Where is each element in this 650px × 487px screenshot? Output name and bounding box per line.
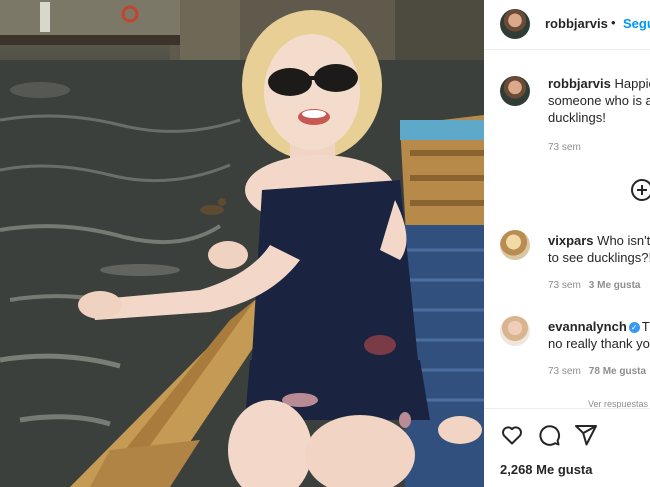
commenter-avatar[interactable] (500, 316, 530, 346)
comment-line-1: Who isn't (597, 233, 650, 248)
comment-icon[interactable] (537, 423, 561, 447)
follow-button[interactable]: Seguir (623, 16, 650, 31)
heart-icon[interactable] (500, 423, 524, 447)
caption-line-2: someone who is as (548, 93, 650, 108)
header-separator: • (611, 15, 616, 30)
commenter-avatar[interactable] (500, 230, 530, 260)
comment-username[interactable]: vixpars (548, 233, 594, 248)
comment-line-2: to see ducklings?! (548, 250, 650, 265)
comment-username[interactable]: evannalynch (548, 319, 627, 334)
comment-line-2: no really thank you (548, 336, 650, 351)
caption-username[interactable]: robbjarvis (548, 76, 611, 91)
comment-age[interactable]: 73 sem (548, 280, 581, 291)
post-actions: 2,268 Me gusta (484, 408, 650, 487)
comment-likes[interactable]: 78 Me gusta (589, 366, 646, 377)
caption-text: robbjarvis Happiest birthday to someone … (548, 75, 650, 126)
comment-likes[interactable]: 3 Me gusta (589, 280, 641, 291)
author-avatar[interactable] (500, 9, 530, 39)
caption-line-3: ducklings! (548, 110, 606, 125)
caption-avatar[interactable] (500, 76, 530, 106)
post-side-panel: robbjarvis • Seguir robbjarvis Happiest … (484, 0, 650, 487)
photo-illustration (0, 0, 484, 487)
comment-meta: 73 sem 3 Me gusta (548, 280, 640, 291)
caption-line-1: Happiest birthday to (614, 76, 650, 91)
post-header: robbjarvis • Seguir (484, 0, 650, 50)
likes-count[interactable]: 2,268 Me gusta (500, 462, 593, 477)
share-icon[interactable] (574, 423, 598, 447)
comment-line-1: Thank you (641, 319, 650, 334)
add-comment-icon[interactable] (631, 179, 650, 201)
caption-age[interactable]: 73 sem (548, 142, 581, 153)
comment-text: evannalynch✓Thank you no really thank yo… (548, 318, 650, 352)
comment-text: vixpars Who isn't to see ducklings?! (548, 232, 650, 266)
author-username[interactable]: robbjarvis (545, 16, 608, 31)
caption-meta: 73 sem (548, 142, 581, 153)
comment-age[interactable]: 73 sem (548, 366, 581, 377)
post-photo[interactable] (0, 0, 484, 487)
comment-meta: 73 sem 78 Me gusta (548, 366, 646, 377)
verified-badge-icon: ✓ (628, 322, 640, 333)
